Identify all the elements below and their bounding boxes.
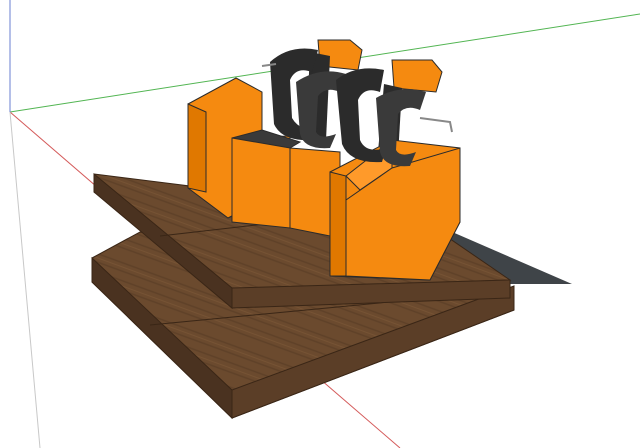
3d-viewport[interactable] <box>0 0 640 448</box>
scene-canvas[interactable] <box>0 0 640 448</box>
gray-axis <box>9 111 41 448</box>
